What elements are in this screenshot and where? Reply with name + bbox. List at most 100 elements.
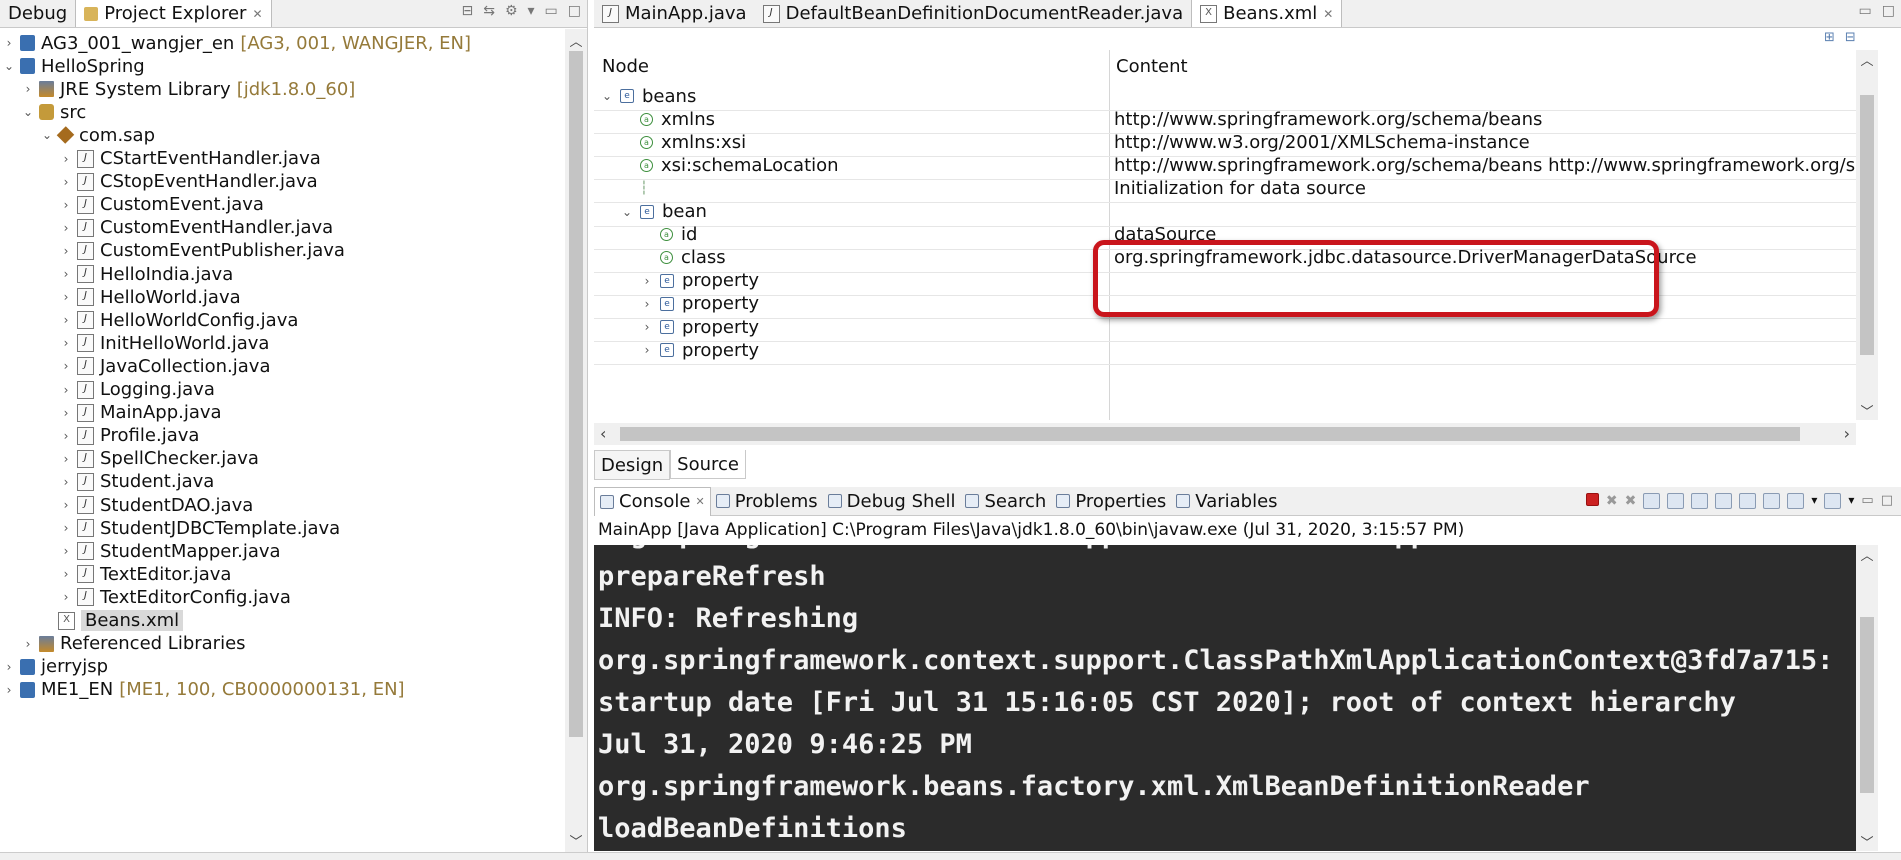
remove-all-launches-icon[interactable]: ✖ [1625,493,1637,509]
close-icon[interactable]: ✕ [252,7,262,21]
chevron-right-icon[interactable]: › [59,544,73,558]
xml-node-label: xmlns [661,108,715,130]
chevron-right-icon[interactable]: › [59,521,73,535]
scrollbar-thumb[interactable] [620,427,1800,441]
column-header-content[interactable]: Content [1116,50,1188,82]
editor-horizontal-scrollbar[interactable]: ‹ › [594,423,1856,445]
show-stderr-icon[interactable] [1739,493,1757,509]
remove-launch-icon[interactable]: ✖ [1606,493,1618,509]
console-output[interactable]: org.springframework.context.support.Clas… [594,545,1856,851]
tab-debug-shell[interactable]: Debug Shell [823,487,961,515]
tab-search[interactable]: Search [960,487,1051,515]
minimize-icon[interactable]: ▭ [545,3,558,19]
scroll-up-arrow-icon[interactable]: ︿ [1856,545,1878,564]
tab-problems[interactable]: Problems [711,487,823,515]
maximize-icon[interactable]: □ [1882,3,1895,19]
clear-console-icon[interactable] [1643,493,1661,509]
chevron-right-icon[interactable]: › [638,320,656,334]
chevron-right-icon[interactable]: › [2,36,16,50]
tab-debug[interactable]: Debug [0,0,75,27]
tree-item-label: CStartEventHandler.java [100,148,321,169]
scroll-right-arrow-icon[interactable]: › [1844,424,1850,443]
chevron-right-icon[interactable]: › [59,313,73,327]
chevron-right-icon[interactable]: › [59,175,73,189]
chevron-right-icon[interactable]: › [638,274,656,288]
terminate-icon[interactable] [1585,493,1599,506]
maximize-icon[interactable]: □ [1881,493,1893,509]
close-icon[interactable]: ✕ [695,495,704,508]
link-with-editor-icon[interactable]: ⇆ [483,3,495,19]
scroll-left-arrow-icon[interactable]: ‹ [600,424,606,443]
chevron-down-icon[interactable]: ⌄ [618,205,636,219]
view-menu-icon[interactable]: ▾ [528,3,535,19]
chevron-right-icon[interactable]: › [59,590,73,604]
project-tree-scrollbar[interactable]: ︿ ﹀ [565,29,587,852]
chevron-right-icon[interactable]: › [59,383,73,397]
expand-all-icon[interactable]: ⊞ [1824,30,1835,45]
chevron-down-icon[interactable]: ⌄ [40,128,54,142]
chevron-right-icon[interactable]: › [59,429,73,443]
minimize-icon[interactable]: ▭ [1859,3,1872,19]
word-wrap-icon[interactable] [1691,493,1709,509]
scroll-down-arrow-icon[interactable]: ﹀ [565,831,587,850]
scrollbar-thumb[interactable] [1860,95,1874,355]
editor-tab[interactable]: X Beans.xml ✕ [1191,0,1343,27]
chevron-right-icon[interactable]: › [638,343,656,357]
editor-vertical-scrollbar[interactable]: ︿ ﹀ [1856,50,1878,420]
chevron-right-icon[interactable]: › [59,267,73,281]
tab-source[interactable]: Source [670,450,746,479]
chevron-right-icon[interactable]: › [59,406,73,420]
chevron-down-icon[interactable]: ⌄ [21,105,35,119]
chevron-right-icon[interactable]: › [2,660,16,674]
maximize-icon[interactable]: □ [568,3,581,19]
chevron-right-icon[interactable]: › [59,244,73,258]
chevron-right-icon[interactable]: › [59,198,73,212]
chevron-right-icon[interactable]: › [59,221,73,235]
console-scrollbar[interactable]: ︿ ﹀ [1856,545,1878,851]
xml-tree-row[interactable]: › e property [594,336,1862,366]
chevron-right-icon[interactable]: › [59,359,73,373]
chevron-right-icon[interactable]: › [59,290,73,304]
scroll-up-arrow-icon[interactable]: ︿ [565,31,587,50]
chevron-right-icon[interactable]: › [59,452,73,466]
tab-project-explorer[interactable]: Project Explorer ✕ [75,0,272,27]
editor-tab[interactable]: J MainApp.java [594,0,755,27]
minimize-icon[interactable]: ▭ [1861,493,1873,509]
chevron-right-icon[interactable]: › [2,683,16,697]
tab-design[interactable]: Design [594,450,671,480]
pin-console-icon[interactable] [1763,493,1781,509]
chevron-right-icon[interactable]: › [21,637,35,651]
open-console-icon[interactable] [1824,493,1842,509]
collapse-all-icon[interactable]: ⊟ [1845,30,1856,45]
chevron-right-icon[interactable]: › [59,475,73,489]
chevron-right-icon[interactable]: › [59,567,73,581]
tree-item[interactable]: › ME1_EN [ME1, 100, CB0000000131, EN] [2,676,405,704]
chevron-down-icon[interactable]: ▾ [1848,493,1854,509]
scroll-up-arrow-icon[interactable]: ︿ [1856,50,1878,69]
display-console-icon[interactable] [1787,493,1805,509]
editor-tab[interactable]: J DefaultBeanDefinitionDocumentReader.jav… [755,0,1192,27]
java-file-icon: J [77,426,94,445]
chevron-down-icon[interactable]: ⌄ [598,89,616,103]
column-header-node[interactable]: Node [602,50,649,82]
scroll-lock-icon[interactable] [1667,493,1685,509]
tab-properties[interactable]: Properties [1051,487,1171,515]
scroll-down-arrow-icon[interactable]: ﹀ [1856,401,1878,420]
tab-console[interactable]: Console ✕ [594,486,711,516]
tab-variables[interactable]: Variables [1171,487,1282,515]
chevron-right-icon[interactable]: › [59,336,73,350]
chevron-right-icon[interactable]: › [59,498,73,512]
tree-item-label: HelloWorld.java [100,286,241,308]
filter-icon[interactable]: ⚙ [505,3,518,19]
close-icon[interactable]: ✕ [1323,7,1333,21]
scroll-down-arrow-icon[interactable]: ﹀ [1856,832,1878,851]
scrollbar-thumb[interactable] [569,51,583,737]
chevron-down-icon[interactable]: ▾ [1811,493,1817,509]
chevron-right-icon[interactable]: › [638,297,656,311]
chevron-right-icon[interactable]: › [59,152,73,166]
chevron-right-icon[interactable]: › [21,82,35,96]
scrollbar-thumb[interactable] [1860,617,1874,793]
show-stdout-icon[interactable] [1715,493,1733,509]
collapse-all-icon[interactable]: ⊟ [461,3,473,19]
chevron-down-icon[interactable]: ⌄ [2,59,16,73]
